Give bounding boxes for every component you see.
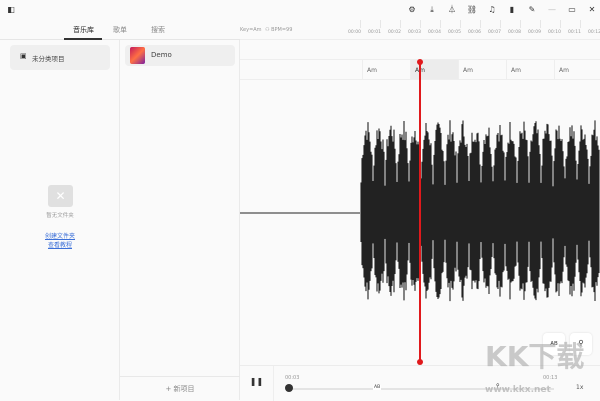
download-icon[interactable]: ⤓ bbox=[426, 4, 438, 16]
chord-block[interactable]: Am bbox=[458, 60, 506, 79]
maximize-icon[interactable]: ▭ bbox=[566, 4, 578, 16]
settings-icon[interactable]: ⚙ bbox=[406, 4, 418, 16]
timeline-label: 00:04 bbox=[428, 30, 441, 35]
title-bar: ◧ ⚙ ⤓ ⏃ ⛓ ♫ ▮ ✎ — ▭ ✕ bbox=[0, 0, 600, 20]
tab-playlists[interactable]: 歌单 bbox=[113, 25, 127, 35]
empty-text: 暂无文件夹 bbox=[46, 213, 74, 219]
timeline-tick bbox=[440, 20, 441, 28]
watermark-logo: KK下载 bbox=[485, 340, 585, 373]
timeline-label: 00:06 bbox=[468, 30, 481, 35]
timeline-tick bbox=[380, 20, 381, 28]
project-name: Demo bbox=[151, 51, 172, 59]
timeline-tick bbox=[360, 20, 361, 28]
bookmark-icon[interactable]: ▮ bbox=[506, 4, 518, 16]
ab-marker[interactable]: AB bbox=[373, 385, 382, 390]
minimize-icon[interactable]: — bbox=[546, 4, 558, 16]
folder-icon: ▣ bbox=[20, 52, 27, 60]
playhead-handle-top[interactable] bbox=[417, 59, 423, 65]
link-icon[interactable]: ⛓ bbox=[466, 4, 478, 16]
project-item-demo[interactable]: Demo bbox=[125, 45, 235, 66]
chord-block[interactable]: Am bbox=[506, 60, 554, 79]
music-note-icon[interactable]: ♫ bbox=[486, 4, 498, 16]
close-icon[interactable]: ✕ bbox=[586, 4, 598, 16]
total-time: 00:13 bbox=[543, 375, 558, 381]
folder-pane: ▣ 未分类项目 ✕ 暂无文件夹 创建文件夹 查看教程 bbox=[0, 40, 120, 400]
pin-icon[interactable]: ✎ bbox=[526, 4, 538, 16]
library-tabs: 音乐库 歌单 搜索 bbox=[0, 20, 240, 40]
sidebar-toggle-icon[interactable]: ◧ bbox=[5, 4, 17, 16]
timeline-tick bbox=[580, 20, 581, 28]
timeline-ruler[interactable]: 00:00 00:01 00:02 00:03 00:04 00:05 00:06 00:07… bbox=[240, 20, 600, 40]
folder-item-uncategorized[interactable]: ▣ 未分类项目 bbox=[10, 45, 110, 70]
new-project-button[interactable]: + 新项目 bbox=[120, 376, 240, 400]
timeline-label: 00:01 bbox=[368, 30, 381, 35]
playhead[interactable] bbox=[419, 62, 421, 362]
timeline-label: 00:11 bbox=[568, 30, 581, 35]
timeline-label: 00:12 bbox=[588, 30, 600, 35]
tab-library[interactable]: 音乐库 bbox=[73, 25, 94, 35]
project-thumbnail bbox=[130, 47, 145, 64]
timeline-tick bbox=[560, 20, 561, 28]
pause-button[interactable]: ❚❚ bbox=[240, 366, 274, 401]
watermark-url: www.kkx.net bbox=[485, 385, 551, 395]
current-time: 00:03 bbox=[285, 375, 300, 381]
project-pane: Demo + 新项目 bbox=[120, 40, 240, 400]
timeline-label: 00:05 bbox=[448, 30, 461, 35]
metronome-icon[interactable]: ⏃ bbox=[446, 4, 458, 16]
chord-block[interactable]: Am bbox=[362, 60, 410, 79]
timeline-label: 00:08 bbox=[508, 30, 521, 35]
timeline-label: 00:03 bbox=[408, 30, 421, 35]
empty-folder-icon: ✕ bbox=[48, 185, 73, 207]
timeline-tick bbox=[420, 20, 421, 28]
speed-button[interactable]: 1x bbox=[576, 384, 583, 391]
timeline-tick bbox=[500, 20, 501, 28]
timeline-tick bbox=[520, 20, 521, 28]
tutorial-link[interactable]: 查看教程 bbox=[0, 240, 120, 249]
create-folder-link[interactable]: 创建文件夹 bbox=[0, 231, 120, 240]
timeline-tick bbox=[400, 20, 401, 28]
timeline-tick bbox=[460, 20, 461, 28]
timeline-label: 00:02 bbox=[388, 30, 401, 35]
folder-label: 未分类项目 bbox=[32, 55, 65, 63]
tab-search[interactable]: 搜索 bbox=[151, 25, 165, 35]
timeline-tick bbox=[480, 20, 481, 28]
timeline-label: 00:07 bbox=[488, 30, 501, 35]
chord-block[interactable]: Am bbox=[554, 60, 600, 79]
timeline-tick bbox=[540, 20, 541, 28]
timeline-label: 00:09 bbox=[528, 30, 541, 35]
progress-thumb[interactable] bbox=[285, 384, 293, 392]
timeline-label: 00:00 bbox=[348, 30, 361, 35]
timeline-label: 00:10 bbox=[548, 30, 561, 35]
